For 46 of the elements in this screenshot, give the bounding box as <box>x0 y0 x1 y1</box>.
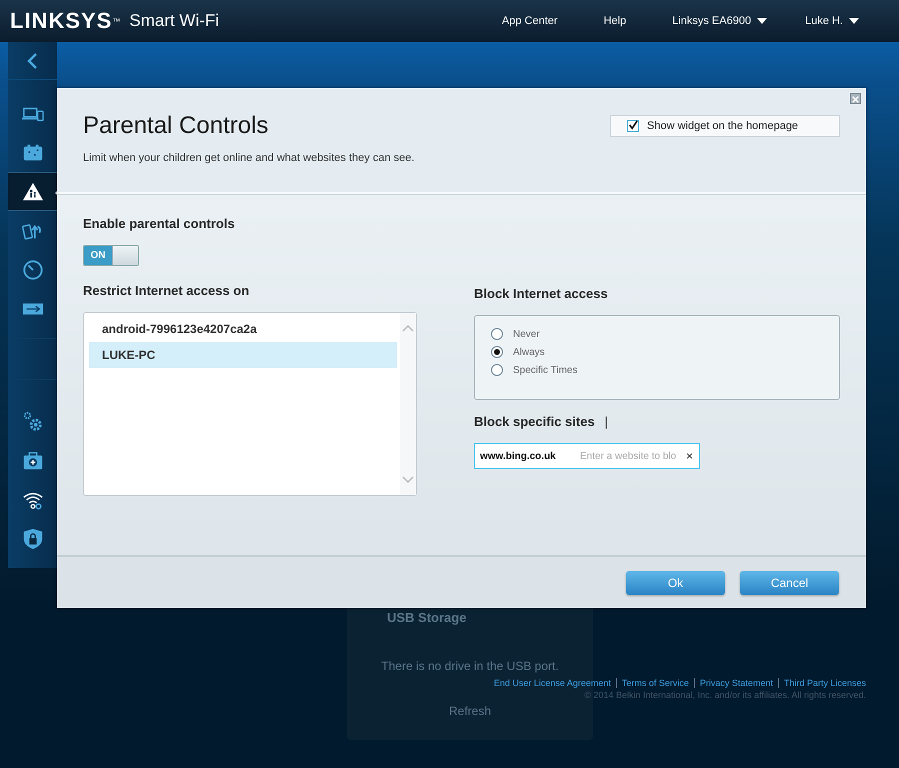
device-row[interactable]: LUKE-PC <box>89 342 397 368</box>
gears-icon[interactable] <box>22 410 44 432</box>
text-cursor: | <box>604 414 608 429</box>
footer-link[interactable]: Terms of Service <box>616 678 694 688</box>
back-button[interactable] <box>26 52 39 70</box>
radio-button[interactable] <box>491 346 503 358</box>
checkbox-label: Show widget on the homepage <box>647 120 798 132</box>
section-label: Restrict Internet access on <box>83 283 250 298</box>
footer-link[interactable]: End User License Agreement <box>488 678 616 688</box>
radio-button[interactable] <box>491 328 503 340</box>
device-row[interactable]: android-7996123e4207ca2a <box>89 316 397 342</box>
section-label: Enable parental controls <box>83 216 236 231</box>
checkbox[interactable] <box>627 120 639 132</box>
nav-link[interactable]: Help <box>604 15 626 27</box>
card-title: USB Storage <box>387 610 466 625</box>
close-button[interactable] <box>850 93 861 104</box>
text-input[interactable]: www.bing.co.uk <box>480 450 580 462</box>
dialog-subtitle: Limit when your children get online and what websites they can see. <box>83 152 414 164</box>
caret-icon <box>849 18 859 24</box>
shield-lock-icon[interactable] <box>22 528 44 550</box>
clear-button[interactable]: × <box>686 449 694 463</box>
scroll-down-icon <box>402 476 414 483</box>
radio-label: Specific Times <box>513 364 578 376</box>
section-label: Block specific sites <box>474 414 595 429</box>
section-label: Block Internet access <box>474 286 609 301</box>
radio-button[interactable] <box>491 364 503 376</box>
copyright-text: © 2014 Belkin International, Inc. and/or its affiliates. All rights reserved. <box>584 690 866 700</box>
scroll-up-icon <box>402 325 414 332</box>
product-name: Smart Wi-Fi <box>129 11 220 31</box>
dialog-title: Parental Controls <box>83 112 270 140</box>
logo: LINKSYS <box>10 8 112 34</box>
first-aid-icon[interactable] <box>22 450 44 472</box>
nav-link[interactable]: App Center <box>502 15 558 27</box>
dropdown-menu[interactable]: Linksys EA6900 <box>672 15 768 27</box>
radio-label: Never <box>513 328 540 340</box>
warning-family-icon[interactable] <box>22 180 44 202</box>
website-field[interactable]: www.bing.co.uk Enter a website to blo × <box>474 443 700 469</box>
trademark-mark: ™ <box>112 16 120 26</box>
radio-label: Always <box>513 346 545 358</box>
footer-link[interactable]: Privacy Statement <box>694 678 778 688</box>
text-input[interactable]: Enter a website to blo <box>580 450 684 462</box>
gauge-icon[interactable] <box>22 258 44 280</box>
dropdown-menu[interactable]: Luke H. <box>805 15 859 27</box>
caret-icon <box>757 18 768 24</box>
card-message: There is no drive in the USB port. <box>381 659 559 673</box>
footer-link[interactable]: Third Party Licenses <box>778 678 871 688</box>
